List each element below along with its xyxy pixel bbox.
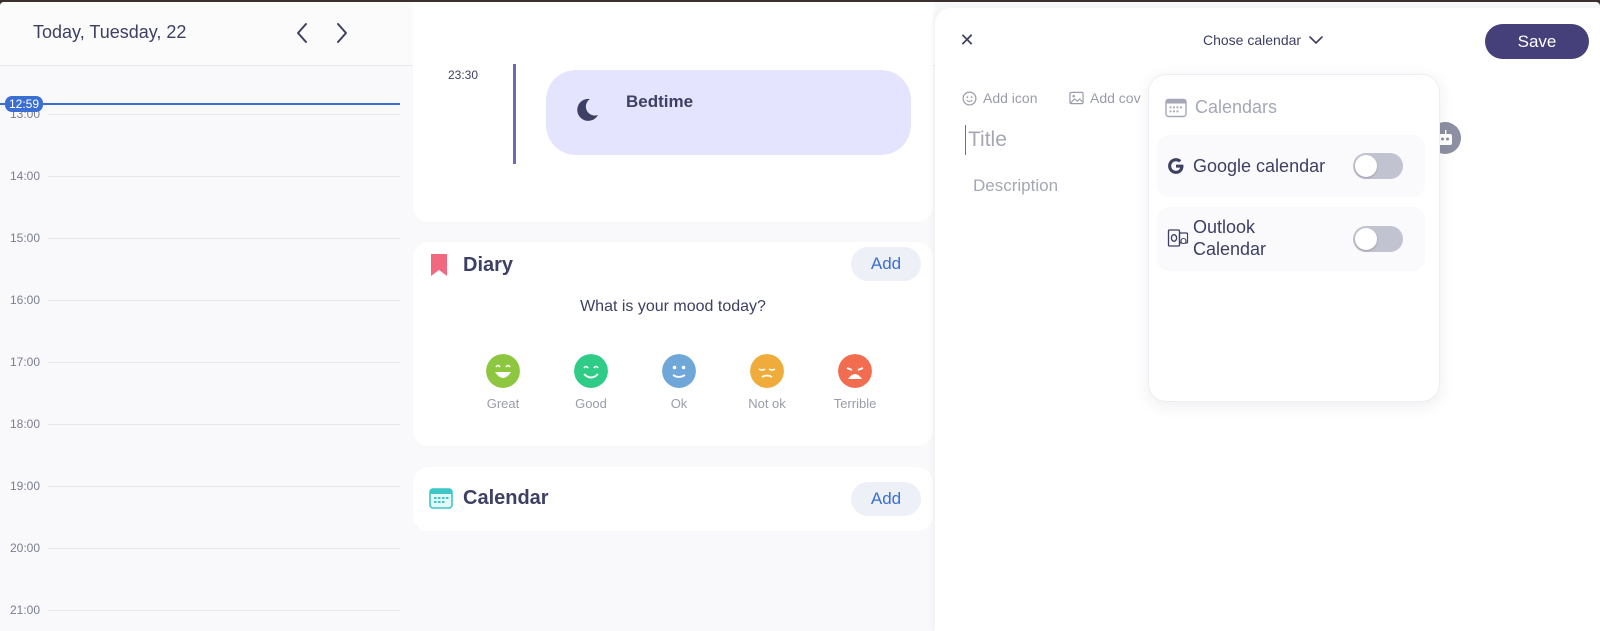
mood-label: Great <box>486 396 520 411</box>
calendar-card: Calendar Add <box>413 467 933 531</box>
hour-row: 19:00 <box>0 479 400 499</box>
hour-divider <box>48 424 400 425</box>
next-day-button[interactable] <box>330 20 354 46</box>
hour-divider <box>48 114 400 115</box>
calendar-option-outlook[interactable]: Outlook Calendar <box>1157 207 1425 271</box>
hour-label: 18:00 <box>10 417 41 431</box>
hour-label: 14:00 <box>10 169 41 183</box>
description-input[interactable] <box>973 174 1173 198</box>
diary-card: Diary Add What is your mood today? Great… <box>413 242 933 446</box>
save-button[interactable]: Save <box>1485 24 1589 59</box>
toggle-knob <box>1355 155 1377 177</box>
grinning-face-icon <box>486 354 520 388</box>
app-window: Today, Tuesday, 22 13:00 14:00 15:00 16:… <box>0 2 1600 631</box>
distressed-face-icon <box>838 354 872 388</box>
mood-label: Ok <box>670 396 688 411</box>
calendar-icon <box>429 488 453 509</box>
bedtime-label: Bedtime <box>626 92 694 111</box>
add-cover-button[interactable]: Add cov <box>1069 90 1141 106</box>
outlook-calendar-label: Outlook Calendar <box>1193 216 1266 260</box>
day-timeline[interactable]: 13:00 14:00 15:00 16:00 17:00 18:00 19:0… <box>0 66 400 631</box>
hour-divider <box>48 486 400 487</box>
mood-question: What is your mood today? <box>580 298 766 315</box>
hour-divider <box>48 548 400 549</box>
calendars-dropdown: Calendars Google calendar Outlook Calend… <box>1148 74 1440 402</box>
hour-row: 17:00 <box>0 355 400 375</box>
hour-divider <box>48 300 400 301</box>
hour-row: 15:00 <box>0 231 400 251</box>
mood-not-ok[interactable]: Not ok <box>727 354 807 411</box>
close-button[interactable]: ✕ <box>957 30 977 50</box>
hour-label: 17:00 <box>10 355 41 369</box>
chevron-left-icon <box>297 23 307 43</box>
hour-row: 18:00 <box>0 417 400 437</box>
calendars-header-label: Calendars <box>1195 97 1278 117</box>
sleep-card: 23:30 Bedtime <box>413 2 933 222</box>
hour-label: 19:00 <box>10 479 41 493</box>
smiley-icon <box>962 91 977 105</box>
add-cover-label: Add cov <box>1090 90 1141 106</box>
outlook-calendar-toggle[interactable] <box>1353 226 1403 252</box>
outlook-label-line1: Outlook <box>1193 217 1256 237</box>
google-calendar-label: Google calendar <box>1193 156 1326 176</box>
pensive-face-icon <box>750 354 784 388</box>
mood-great[interactable]: Great <box>463 354 543 411</box>
smiling-face-icon <box>574 354 608 388</box>
hour-row: 20:00 <box>0 541 400 561</box>
hour-label: 20:00 <box>10 541 41 555</box>
toggle-knob <box>1355 228 1377 250</box>
hour-row: 13:00 <box>0 107 400 127</box>
add-icon-label: Add icon <box>983 90 1038 106</box>
current-time-line <box>0 103 400 105</box>
chose-calendar-dropdown[interactable]: Chose calendar <box>1203 32 1323 48</box>
hour-row: 14:00 <box>0 169 400 189</box>
outlook-label-line2: Calendar <box>1193 239 1267 259</box>
current-time-badge: 12:59 <box>5 96 44 112</box>
add-icon-button[interactable]: Add icon <box>962 90 1037 106</box>
image-icon <box>1069 91 1084 105</box>
bedtime-time-label: 23:30 <box>448 68 479 82</box>
bookmark-icon <box>431 254 447 276</box>
hour-row: 21:00 <box>0 603 400 623</box>
diary-title: Diary <box>463 254 514 276</box>
hour-row: 16:00 <box>0 293 400 313</box>
outlook-icon <box>1167 229 1189 247</box>
mood-selector: Great Good Ok Not ok Terrible <box>463 354 903 424</box>
calendar-option-google[interactable]: Google calendar <box>1157 135 1425 197</box>
hour-label: 21:00 <box>10 603 41 617</box>
mood-terrible[interactable]: Terrible <box>815 354 895 411</box>
mood-label: Good <box>575 396 607 411</box>
mood-label: Not ok <box>748 396 786 411</box>
mood-good[interactable]: Good <box>551 354 631 411</box>
calendar-add-button[interactable]: Add <box>851 482 921 516</box>
chevron-right-icon <box>337 23 347 43</box>
close-icon: ✕ <box>959 29 975 50</box>
slight-smile-face-icon <box>662 354 696 388</box>
hour-divider <box>48 362 400 363</box>
google-calendar-toggle[interactable] <box>1353 153 1403 179</box>
sleep-timeline-bar <box>513 64 516 164</box>
hour-divider <box>48 176 400 177</box>
hour-label: 16:00 <box>10 293 41 307</box>
mood-ok[interactable]: Ok <box>639 354 719 411</box>
chevron-down-icon <box>1309 36 1323 45</box>
hour-divider <box>48 238 400 239</box>
chose-calendar-label: Chose calendar <box>1203 32 1302 48</box>
previous-day-button[interactable] <box>290 20 314 46</box>
date-title: Today, Tuesday, 22 <box>33 22 187 42</box>
bedtime-event[interactable]: Bedtime <box>546 70 911 155</box>
moon-icon <box>577 98 598 121</box>
calendar-grid-icon <box>1165 98 1187 117</box>
diary-add-button[interactable]: Add <box>851 247 921 281</box>
mood-label: Terrible <box>833 396 877 411</box>
google-icon <box>1168 158 1184 174</box>
hour-divider <box>48 610 400 611</box>
hour-label: 15:00 <box>10 231 41 245</box>
calendar-title: Calendar <box>463 487 549 509</box>
calendars-header: Calendars <box>1165 97 1277 118</box>
